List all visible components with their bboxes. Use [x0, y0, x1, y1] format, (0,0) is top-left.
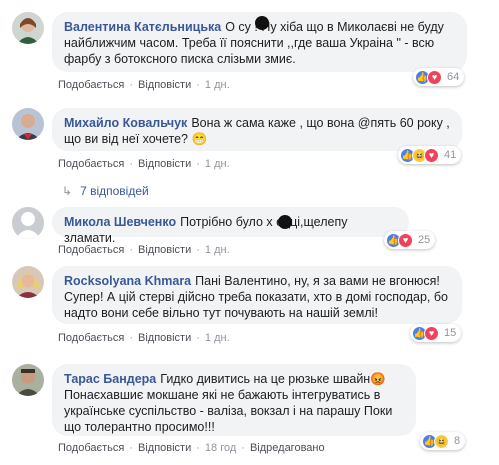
avatar[interactable]	[12, 207, 44, 239]
comment-bubble: Микола Шевченко Потрібно було х едці,щеле…	[52, 207, 409, 245]
edited-label[interactable]: Відредаговано	[250, 442, 325, 454]
author-name[interactable]: Rocksolyana Khmara	[64, 274, 191, 288]
reply-link[interactable]: Відповісти	[138, 442, 191, 454]
like-link[interactable]: Подобається	[58, 442, 124, 454]
author-name[interactable]: Микола Шевченко	[64, 215, 176, 229]
timestamp[interactable]: 1 дн.	[205, 332, 230, 344]
reply-link[interactable]: Відповісти	[138, 158, 191, 170]
avatar[interactable]	[12, 266, 44, 298]
replies-label: 7 відповідей	[80, 184, 149, 198]
like-link[interactable]: Подобається	[58, 332, 124, 344]
timestamp[interactable]: 18 год	[205, 442, 236, 454]
reaction-count: 25	[418, 234, 431, 246]
censor-blot	[278, 215, 292, 229]
comment-bubble: Тарас Бандера Гидко дивитись на це рюзьке…	[52, 364, 416, 436]
reactions[interactable]: 👍 ♥ 25	[384, 231, 436, 249]
love-icon: ♥	[424, 147, 439, 163]
reactions[interactable]: 👍 ♥ 15	[410, 324, 462, 342]
comment-bubble: Михайло Ковальчук Вона ж сама каже , що в…	[52, 108, 462, 151]
avatar[interactable]	[12, 364, 44, 396]
comment-actions: Подобається · Відповісти · 18 год · Відредагов…	[58, 442, 325, 454]
timestamp[interactable]: 1 дн.	[205, 244, 230, 256]
love-icon: ♥	[398, 232, 413, 248]
like-link[interactable]: Подобається	[58, 244, 124, 256]
comment-actions: Подобається · Відповісти · 1 дн.	[58, 79, 230, 91]
comment-actions: Подобається · Відповісти · 1 дн.	[58, 244, 230, 256]
avatar[interactable]	[12, 108, 44, 140]
reactions[interactable]: 👍 😆 8	[420, 432, 466, 450]
reaction-count: 41	[444, 149, 457, 161]
reply-link[interactable]: Відповісти	[138, 79, 191, 91]
love-icon: ♥	[424, 325, 439, 341]
reactions[interactable]: 👍 ♥ 64	[413, 68, 465, 86]
author-name[interactable]: Тарас Бандера	[64, 372, 156, 386]
reaction-count: 64	[447, 71, 460, 83]
comment-bubble: Rocksolyana Khmara Пані Валентино, ну, я …	[52, 266, 462, 324]
timestamp[interactable]: 1 дн.	[205, 79, 230, 91]
reaction-count: 15	[444, 327, 457, 339]
view-replies-link[interactable]: ↳ 7 відповідей	[62, 184, 149, 198]
love-icon: ♥	[427, 69, 442, 85]
comment-actions: Подобається · Відповісти · 1 дн.	[58, 158, 230, 170]
avatar[interactable]	[12, 12, 44, 44]
author-name[interactable]: Михайло Ковальчук	[64, 116, 187, 130]
author-name[interactable]: Валентина Катєльницька	[64, 20, 221, 34]
like-link[interactable]: Подобається	[58, 79, 124, 91]
reply-arrow-icon: ↳	[62, 184, 73, 198]
reaction-count: 8	[454, 435, 461, 447]
timestamp[interactable]: 1 дн.	[205, 158, 230, 170]
reply-link[interactable]: Відповісти	[138, 244, 191, 256]
reactions[interactable]: 👍 😆 ♥ 41	[398, 146, 462, 164]
haha-icon: 😆	[434, 433, 449, 449]
censor-blot	[255, 16, 269, 30]
comment-actions: Подобається · Відповісти · 1 дн.	[58, 332, 230, 344]
like-link[interactable]: Подобається	[58, 158, 124, 170]
reply-link[interactable]: Відповісти	[138, 332, 191, 344]
